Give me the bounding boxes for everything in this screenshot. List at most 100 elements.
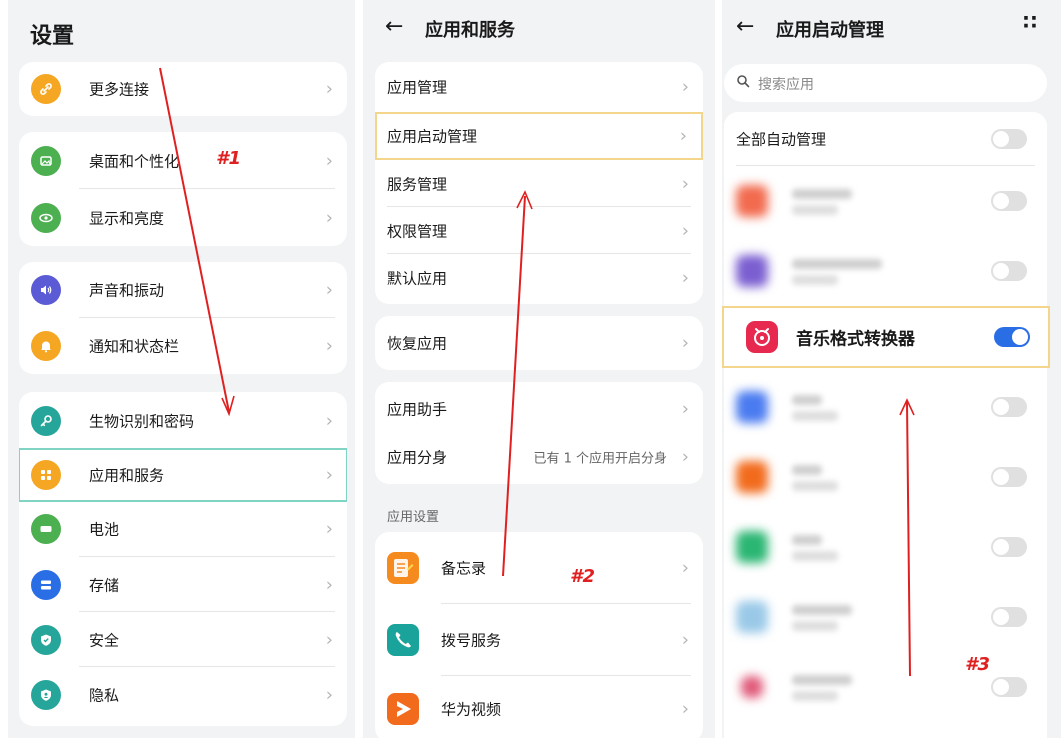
app-settings-list: 备忘录 › 拨号服务 › 华为视频 › (375, 532, 703, 738)
app-icon (736, 531, 768, 563)
menu-item-restore-apps[interactable]: 恢复应用 › (375, 316, 703, 370)
settings-item-more-connections[interactable]: 更多连接 › (19, 62, 347, 116)
bell-icon (31, 331, 61, 361)
item-label: 显示和亮度 (89, 209, 165, 227)
menu-item-app-launch[interactable]: 应用启动管理 › (375, 112, 703, 160)
app-twin-status: 已有 1 个应用开启分身 (533, 451, 667, 467)
app-item-memo[interactable]: 备忘录 › (375, 532, 703, 604)
search-icon (737, 75, 750, 88)
item-label: 应用管理 (387, 78, 448, 97)
settings-item-display[interactable]: 显示和亮度 › (19, 189, 347, 246)
item-label: 生物识别和密码 (89, 412, 195, 430)
settings-group-2: 桌面和个性化 › 显示和亮度 › (19, 132, 347, 246)
item-label: 备忘录 (441, 559, 487, 578)
app-row[interactable] (724, 652, 1047, 722)
chevron-right-icon: › (681, 629, 689, 651)
item-label: 存储 (89, 576, 120, 594)
settings-item-security[interactable]: 安全 › (19, 612, 347, 667)
menu-item-app-twin[interactable]: 应用分身 已有 1 个应用开启分身 › (375, 432, 703, 482)
item-label: 拨号服务 (441, 631, 502, 650)
chevron-right-icon: › (325, 629, 333, 650)
menu-item-service-management[interactable]: 服务管理 › (375, 160, 703, 207)
item-label: 电池 (89, 520, 120, 539)
menu-item-default-apps[interactable]: 默认应用 › (375, 254, 703, 301)
chevron-right-icon: › (325, 464, 333, 486)
settings-item-apps-services[interactable]: 应用和服务 › (19, 448, 347, 502)
app-icon (741, 676, 763, 698)
settings-item-storage[interactable]: 存储 › (19, 557, 347, 612)
chevron-right-icon: › (325, 207, 333, 228)
speaker-icon (31, 275, 61, 305)
chevron-right-icon: › (681, 446, 689, 468)
memo-icon (387, 552, 419, 584)
app-icon (736, 185, 768, 217)
app-toggle[interactable] (991, 607, 1027, 627)
app-row-music-converter[interactable]: 音乐格式转换器 (722, 306, 1050, 368)
settings-item-desktop[interactable]: 桌面和个性化 › (19, 132, 347, 189)
app-management-group: 应用管理 › 应用启动管理 › 服务管理 › 权限管理 › 默认应用 › (375, 62, 703, 304)
app-item-dialer[interactable]: 拨号服务 › (375, 604, 703, 676)
music-converter-toggle[interactable] (994, 327, 1030, 347)
video-icon (387, 693, 419, 725)
search-input[interactable]: 搜索应用 (724, 64, 1047, 102)
app-row[interactable] (724, 166, 1047, 236)
app-toggle[interactable] (991, 537, 1027, 557)
app-toggle[interactable] (991, 191, 1027, 211)
app-toggle[interactable] (991, 397, 1027, 417)
item-label: 安全 (89, 631, 120, 649)
annotation-label-2: #2 (570, 566, 596, 587)
app-launch-list-more (724, 368, 1047, 738)
all-auto-manage-row[interactable]: 全部自动管理 (724, 112, 1047, 166)
chevron-right-icon: › (325, 150, 333, 171)
back-arrow-icon[interactable]: ← (385, 14, 403, 39)
item-label: 华为视频 (441, 700, 502, 719)
settings-group-4: 生物识别和密码 › 应用和服务 › 电池 › 存储 › 安全 › 隐私 › (19, 392, 347, 726)
settings-item-battery[interactable]: 电池 › (19, 501, 347, 557)
restore-group: 恢复应用 › (375, 316, 703, 370)
app-icon (736, 461, 768, 493)
apps-icon (31, 460, 61, 490)
app-row[interactable] (724, 236, 1047, 306)
settings-item-biometrics[interactable]: 生物识别和密码 › (19, 392, 347, 449)
app-icon (736, 601, 768, 633)
app-row[interactable] (724, 372, 1047, 442)
menu-item-permissions[interactable]: 权限管理 › (375, 207, 703, 254)
chevron-right-icon: › (681, 398, 689, 420)
search-placeholder: 搜索应用 (758, 77, 814, 93)
eye-icon (31, 202, 61, 233)
app-row[interactable] (724, 512, 1047, 582)
settings-item-notifications[interactable]: 通知和状态栏 › (19, 318, 347, 374)
app-row[interactable] (724, 582, 1047, 652)
music-converter-icon (746, 321, 778, 353)
item-label: 全部自动管理 (736, 130, 827, 149)
chevron-right-icon: › (325, 279, 333, 301)
back-arrow-icon[interactable]: ← (736, 14, 754, 39)
chevron-right-icon: › (325, 410, 333, 431)
menu-item-app-assistant[interactable]: 应用助手 › (375, 382, 703, 436)
chevron-right-icon: › (325, 335, 333, 357)
more-options-icon[interactable]: ∷ (1023, 10, 1039, 34)
settings-group-1: 更多连接 › (19, 62, 347, 116)
chevron-right-icon: › (679, 125, 687, 147)
item-label: 恢复应用 (387, 334, 448, 353)
app-toggle[interactable] (991, 467, 1027, 487)
menu-item-app-management[interactable]: 应用管理 › (375, 62, 703, 112)
app-icon (736, 255, 768, 287)
app-row[interactable] (724, 442, 1047, 512)
all-auto-manage-toggle[interactable] (991, 129, 1027, 149)
shield-icon (31, 624, 61, 655)
item-label: 隐私 (89, 686, 120, 704)
settings-item-sound[interactable]: 声音和振动 › (19, 262, 347, 318)
privacy-icon (31, 679, 61, 710)
app-item-huawei-video[interactable]: 华为视频 › (375, 676, 703, 738)
page-title: 应用和服务 (425, 20, 515, 41)
image-icon (31, 145, 61, 176)
annotation-label-3: #3 (965, 654, 991, 675)
app-toggle[interactable] (991, 261, 1027, 281)
chevron-right-icon: › (681, 267, 689, 288)
settings-item-privacy[interactable]: 隐私 › (19, 667, 347, 722)
settings-group-3: 声音和振动 › 通知和状态栏 › (19, 262, 347, 374)
page-title: 设置 (30, 24, 75, 49)
app-toggle[interactable] (991, 677, 1027, 697)
chevron-right-icon: › (325, 684, 333, 705)
